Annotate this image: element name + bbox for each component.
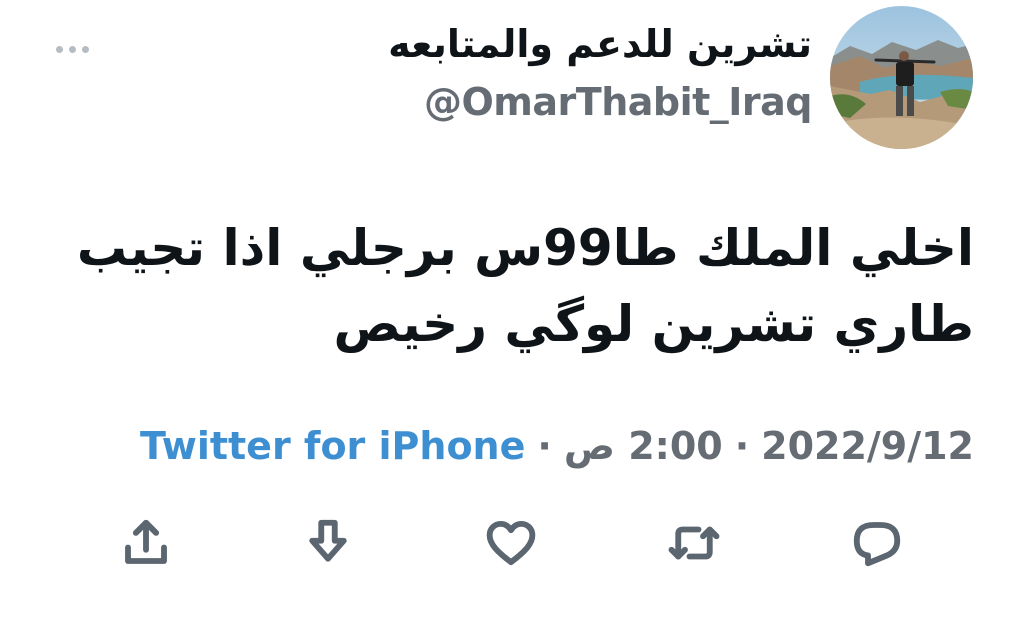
share-icon	[125, 519, 167, 564]
more-dot-icon	[68, 45, 76, 53]
reply-button[interactable]	[842, 508, 912, 578]
tweet-source-link[interactable]: Twitter for iPhone	[140, 424, 525, 468]
tweet-text: اخلي الملك طا99س برجلي اذا تجيب طاري تشر…	[76, 210, 974, 362]
more-options-button[interactable]	[52, 34, 92, 64]
tweet-meta: Twitter for iPhone · 2:00 ص · 2022/9/12	[140, 424, 974, 468]
tweet-card: تشرين للدعم والمتابعه @OmarThabit_Iraq ا…	[0, 0, 1024, 636]
like-button[interactable]	[476, 508, 546, 578]
tweet-text-line: اخلي الملك طا99س برجلي اذا تجيب	[76, 219, 974, 277]
tweet-action-bar	[0, 508, 1024, 578]
download-button[interactable]	[293, 508, 363, 578]
meta-separator: ·	[537, 424, 552, 468]
share-button[interactable]	[111, 508, 181, 578]
reply-icon	[853, 522, 901, 567]
heart-icon	[486, 520, 536, 566]
avatar[interactable]	[830, 6, 973, 149]
meta-separator: ·	[734, 424, 750, 468]
tweet-time: 2:00 ص	[563, 424, 723, 468]
more-dot-icon	[81, 45, 89, 53]
tweet-text-line: طاري تشرين لوگي رخيص	[333, 295, 974, 353]
more-dot-icon	[55, 45, 63, 53]
tweet-date: 2022/9/12	[761, 424, 974, 468]
retweet-icon	[668, 526, 720, 560]
author-display-name[interactable]: تشرين للدعم والمتابعه	[388, 22, 812, 66]
avatar-photo-icon	[830, 6, 973, 149]
retweet-button[interactable]	[659, 508, 729, 578]
author-handle[interactable]: @OmarThabit_Iraq	[424, 80, 813, 124]
download-icon	[309, 519, 347, 562]
